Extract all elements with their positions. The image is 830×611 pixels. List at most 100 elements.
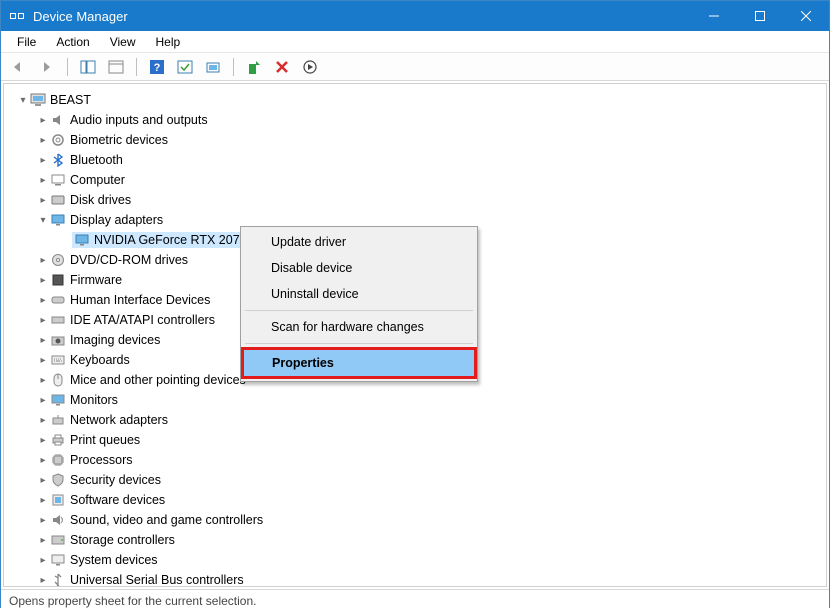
separator bbox=[245, 310, 473, 311]
tree-label: DVD/CD-ROM drives bbox=[70, 253, 188, 267]
tree-category-item[interactable]: ▸ Audio inputs and outputs bbox=[12, 110, 822, 130]
menu-view[interactable]: View bbox=[100, 33, 146, 51]
tree-category-item[interactable]: ▸ Print queues bbox=[12, 430, 822, 450]
bluetooth-icon bbox=[50, 152, 66, 168]
chevron-right-icon[interactable]: ▸ bbox=[36, 175, 50, 186]
chevron-right-icon[interactable]: ▸ bbox=[36, 455, 50, 466]
tree-label: Security devices bbox=[70, 473, 161, 487]
chevron-right-icon[interactable]: ▸ bbox=[36, 135, 50, 146]
window-title: Device Manager bbox=[33, 9, 128, 24]
chevron-right-icon[interactable]: ▸ bbox=[36, 255, 50, 266]
tree-category-item[interactable]: ▸ Disk drives bbox=[12, 190, 822, 210]
tree-label: Display adapters bbox=[70, 213, 163, 227]
menu-help[interactable]: Help bbox=[146, 33, 191, 51]
chevron-right-icon[interactable]: ▸ bbox=[36, 535, 50, 546]
keyboard-icon bbox=[50, 352, 66, 368]
chevron-right-icon[interactable]: ▸ bbox=[36, 115, 50, 126]
tree-label: Processors bbox=[70, 453, 133, 467]
chevron-right-icon[interactable]: ▸ bbox=[36, 375, 50, 386]
tree-label: Computer bbox=[70, 173, 125, 187]
chevron-right-icon[interactable]: ▸ bbox=[36, 355, 50, 366]
tree-label: IDE ATA/ATAPI controllers bbox=[70, 313, 215, 327]
chevron-right-icon[interactable]: ▸ bbox=[36, 315, 50, 326]
forward-button[interactable] bbox=[35, 56, 59, 78]
tree-category-item[interactable]: ▸ Biometric devices bbox=[12, 130, 822, 150]
chevron-right-icon[interactable]: ▸ bbox=[36, 155, 50, 166]
sound-icon bbox=[50, 512, 66, 528]
tree-label: Keyboards bbox=[70, 353, 130, 367]
tree-label: Storage controllers bbox=[70, 533, 175, 547]
tree-label: Bluetooth bbox=[70, 153, 123, 167]
tree-label: System devices bbox=[70, 553, 158, 567]
printer-icon bbox=[50, 432, 66, 448]
cm-update-driver[interactable]: Update driver bbox=[243, 229, 475, 255]
enable-device-button[interactable] bbox=[298, 56, 322, 78]
chevron-right-icon[interactable]: ▸ bbox=[36, 435, 50, 446]
chevron-right-icon[interactable]: ▸ bbox=[36, 395, 50, 406]
scan-hardware-button[interactable] bbox=[201, 56, 225, 78]
chevron-right-icon[interactable]: ▸ bbox=[36, 495, 50, 506]
tree-category-item[interactable]: ▸ Universal Serial Bus controllers bbox=[12, 570, 822, 587]
chevron-right-icon[interactable]: ▸ bbox=[36, 195, 50, 206]
minimize-button[interactable] bbox=[691, 1, 737, 31]
separator bbox=[245, 343, 473, 344]
tree-category-item[interactable]: ▸ Computer bbox=[12, 170, 822, 190]
cm-uninstall-device[interactable]: Uninstall device bbox=[243, 281, 475, 307]
chevron-right-icon[interactable]: ▸ bbox=[36, 475, 50, 486]
dvd-icon bbox=[50, 252, 66, 268]
tree-label: NVIDIA GeForce RTX 2070 bbox=[94, 233, 247, 247]
tree-label: Disk drives bbox=[70, 193, 131, 207]
chevron-down-icon[interactable]: ▾ bbox=[36, 215, 50, 226]
tree-label: Imaging devices bbox=[70, 333, 160, 347]
tree-category-item[interactable]: ▸ Bluetooth bbox=[12, 150, 822, 170]
ide-icon bbox=[50, 312, 66, 328]
tree-category-item[interactable]: ▸ Network adapters bbox=[12, 410, 822, 430]
chevron-down-icon[interactable]: ▾ bbox=[16, 95, 30, 106]
tree-label: Human Interface Devices bbox=[70, 293, 210, 307]
tree-label: Software devices bbox=[70, 493, 165, 507]
network-icon bbox=[50, 412, 66, 428]
chevron-right-icon[interactable]: ▸ bbox=[36, 515, 50, 526]
show-hide-tree-button[interactable] bbox=[76, 56, 100, 78]
tree-category-item[interactable]: ▸ Sound, video and game controllers bbox=[12, 510, 822, 530]
highlight-box: Properties bbox=[241, 347, 477, 379]
tree-category-item[interactable]: ▸ System devices bbox=[12, 550, 822, 570]
computer-icon bbox=[50, 172, 66, 188]
maximize-button[interactable] bbox=[737, 1, 783, 31]
properties-button[interactable] bbox=[104, 56, 128, 78]
chevron-right-icon[interactable]: ▸ bbox=[36, 295, 50, 306]
tree-category-item[interactable]: ▸ Security devices bbox=[12, 470, 822, 490]
chevron-right-icon[interactable]: ▸ bbox=[36, 335, 50, 346]
tree-label: BEAST bbox=[50, 93, 91, 107]
device-tree[interactable]: ▾ BEAST ▸ Audio inputs and outputs ▸ Bio… bbox=[3, 83, 827, 587]
computer-icon bbox=[30, 92, 46, 108]
toolbar: ? bbox=[1, 53, 829, 81]
status-text: Opens property sheet for the current sel… bbox=[9, 594, 256, 608]
uninstall-button[interactable] bbox=[270, 56, 294, 78]
menu-file[interactable]: File bbox=[7, 33, 46, 51]
chevron-right-icon[interactable]: ▸ bbox=[36, 415, 50, 426]
tree-label: Biometric devices bbox=[70, 133, 168, 147]
tree-category-item[interactable]: ▸ Monitors bbox=[12, 390, 822, 410]
tree-category-item[interactable]: ▸ Processors bbox=[12, 450, 822, 470]
update-driver-button[interactable] bbox=[242, 56, 266, 78]
chevron-right-icon[interactable]: ▸ bbox=[36, 575, 50, 586]
context-menu: Update driver Disable device Uninstall d… bbox=[240, 226, 478, 382]
tree-category-item[interactable]: ▸ Storage controllers bbox=[12, 530, 822, 550]
close-button[interactable] bbox=[783, 1, 829, 31]
cm-properties[interactable]: Properties bbox=[244, 350, 474, 376]
action-button[interactable] bbox=[173, 56, 197, 78]
tree-label: Monitors bbox=[70, 393, 118, 407]
tree-category-item[interactable]: ▸ Software devices bbox=[12, 490, 822, 510]
tree-label: Print queues bbox=[70, 433, 140, 447]
storage-icon bbox=[50, 532, 66, 548]
cm-disable-device[interactable]: Disable device bbox=[243, 255, 475, 281]
help-button[interactable]: ? bbox=[145, 56, 169, 78]
back-button[interactable] bbox=[7, 56, 31, 78]
tree-root-item[interactable]: ▾ BEAST bbox=[12, 90, 822, 110]
cm-scan-hardware[interactable]: Scan for hardware changes bbox=[243, 314, 475, 340]
menu-action[interactable]: Action bbox=[46, 33, 99, 51]
tree-label: Universal Serial Bus controllers bbox=[70, 573, 244, 587]
chevron-right-icon[interactable]: ▸ bbox=[36, 275, 50, 286]
chevron-right-icon[interactable]: ▸ bbox=[36, 555, 50, 566]
